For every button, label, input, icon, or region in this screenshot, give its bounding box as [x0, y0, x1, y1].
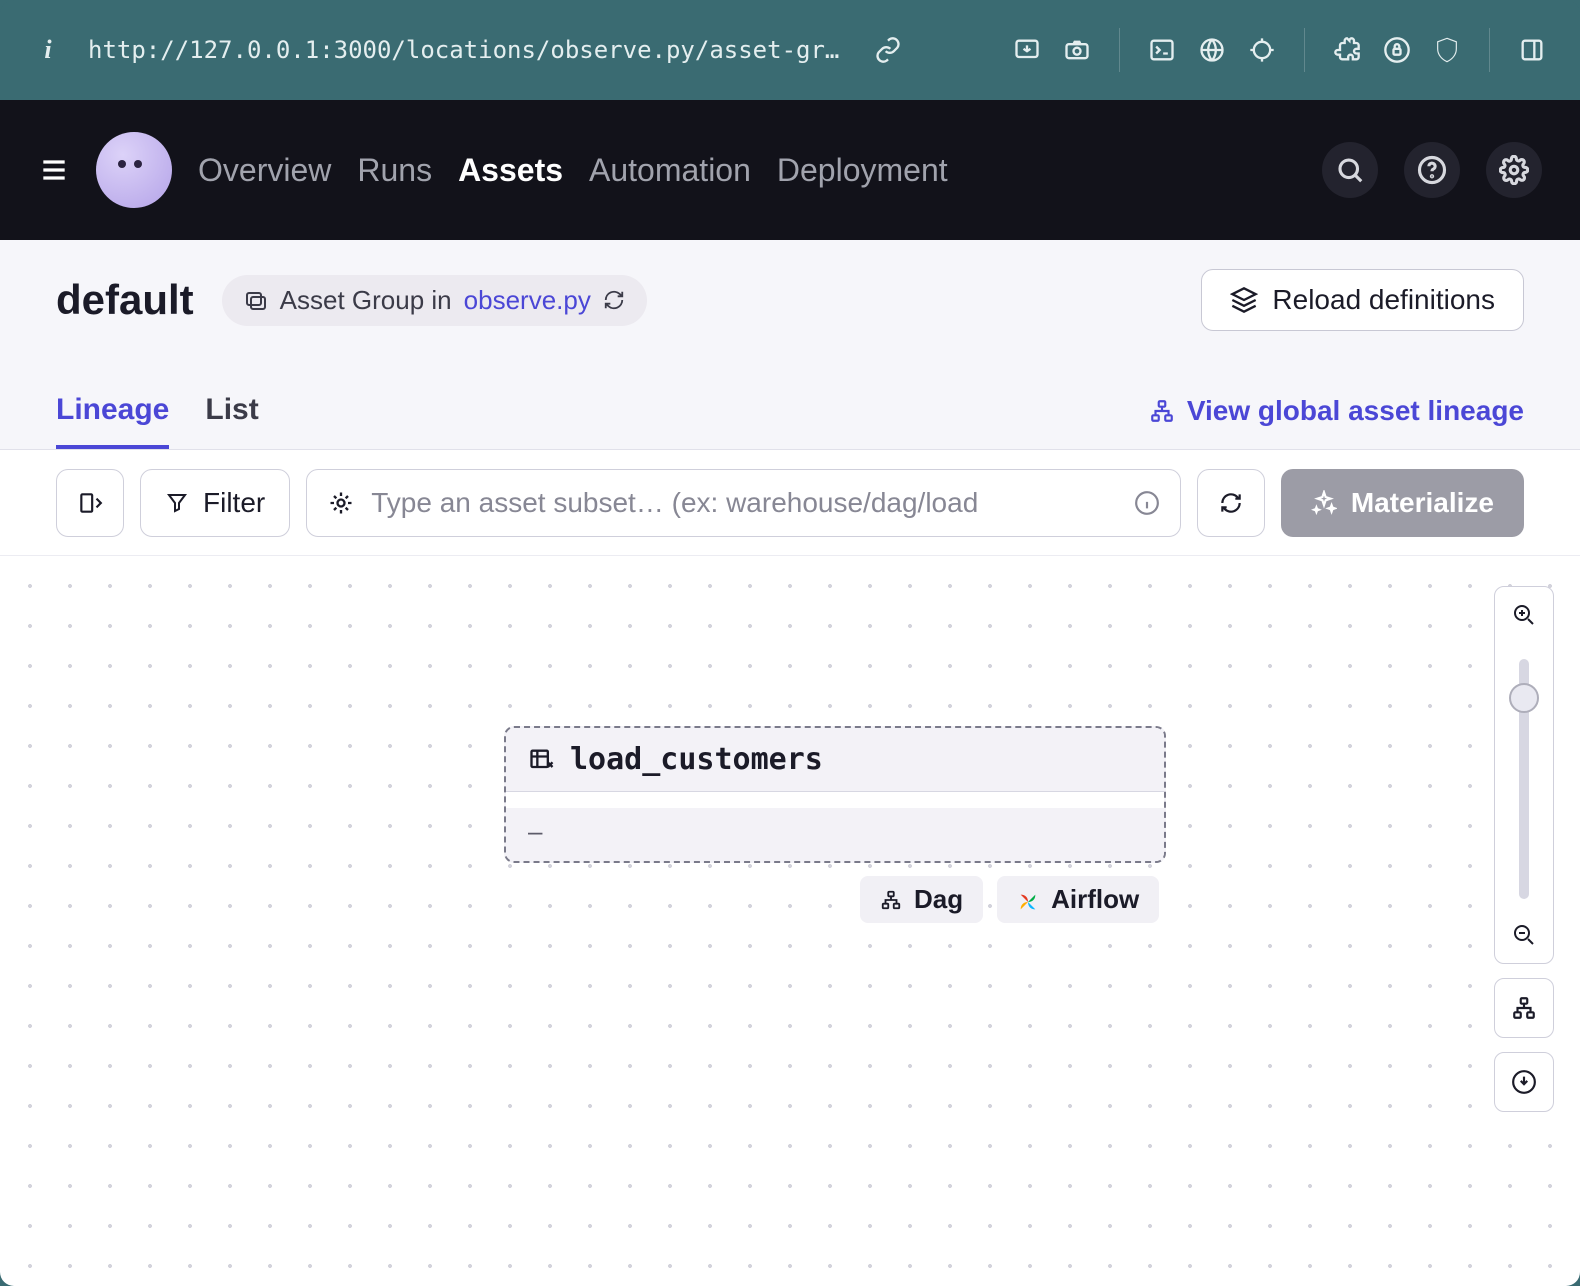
nav-overview[interactable]: Overview: [198, 152, 331, 189]
nav-assets[interactable]: Assets: [458, 152, 563, 189]
tab-list[interactable]: List: [205, 393, 258, 449]
filter-button[interactable]: Filter: [140, 469, 290, 537]
dagster-logo[interactable]: [96, 132, 172, 208]
refresh-chip-icon[interactable]: [603, 289, 625, 311]
nav-deployment[interactable]: Deployment: [777, 152, 948, 189]
nav-runs[interactable]: Runs: [357, 152, 432, 189]
asset-selector-icon: [327, 489, 355, 517]
graph-icon: [1149, 398, 1175, 424]
target-icon[interactable]: [1246, 34, 1278, 66]
reload-icon: [1230, 286, 1258, 314]
airflow-icon: [1017, 889, 1039, 911]
link-icon[interactable]: [872, 34, 904, 66]
settings-button[interactable]: [1486, 142, 1542, 198]
filter-label: Filter: [203, 487, 265, 519]
refresh-button[interactable]: [1197, 469, 1265, 537]
extension-icons: [1011, 28, 1548, 72]
reload-definitions-button[interactable]: Reload definitions: [1201, 269, 1524, 331]
asset-node-tags: Dag Airflow: [860, 876, 1159, 923]
asset-status: –: [506, 808, 1164, 861]
download-svg-button[interactable]: [1494, 1052, 1554, 1112]
chip-location-link[interactable]: observe.py: [464, 285, 591, 316]
lock-badge-icon[interactable]: [1381, 34, 1413, 66]
info-icon[interactable]: i: [32, 34, 64, 66]
zoom-out-button[interactable]: [1495, 907, 1553, 963]
info-circle-icon[interactable]: [1134, 490, 1160, 516]
url-text[interactable]: http://127.0.0.1:3000/locations/observe.…: [88, 36, 848, 64]
materialize-label: Materialize: [1351, 487, 1494, 519]
panel-icon[interactable]: [1516, 34, 1548, 66]
asset-group-chip: Asset Group in observe.py: [222, 275, 647, 326]
filter-icon: [165, 491, 189, 515]
collapse-panel-button[interactable]: [56, 469, 124, 537]
download-icon[interactable]: [1011, 34, 1043, 66]
help-button[interactable]: [1404, 142, 1460, 198]
asset-node[interactable]: load_customers –: [504, 726, 1166, 863]
dag-icon: [880, 889, 902, 911]
global-lineage-link[interactable]: View global asset lineage: [1149, 395, 1524, 449]
airflow-tag[interactable]: Airflow: [997, 876, 1159, 923]
shield-icon[interactable]: [1431, 34, 1463, 66]
materialize-button[interactable]: Materialize: [1281, 469, 1524, 537]
dag-tag-label: Dag: [914, 884, 963, 915]
airflow-tag-label: Airflow: [1051, 884, 1139, 915]
dag-tag[interactable]: Dag: [860, 876, 983, 923]
panel-right-icon: [77, 490, 103, 516]
lineage-toolbar: Filter Materialize: [0, 450, 1580, 556]
lineage-canvas[interactable]: load_customers – Dag Airflow: [0, 556, 1580, 1286]
page-subheader: default Asset Group in observe.py Reload…: [0, 240, 1580, 360]
tab-row: Lineage List View global asset lineage: [0, 360, 1580, 450]
tab-lineage[interactable]: Lineage: [56, 393, 169, 449]
puzzle-icon[interactable]: [1331, 34, 1363, 66]
asset-search-input[interactable]: [371, 487, 1118, 519]
refresh-icon: [1218, 490, 1244, 516]
sparkle-icon: [1311, 490, 1337, 516]
zoom-thumb[interactable]: [1509, 683, 1539, 713]
chip-prefix: Asset Group in: [280, 285, 452, 316]
asset-name: load_customers: [570, 742, 823, 777]
zoom-in-button[interactable]: [1495, 587, 1553, 643]
zoom-slider[interactable]: [1495, 643, 1553, 907]
zoom-controls: [1494, 586, 1554, 1112]
camera-icon[interactable]: [1061, 34, 1093, 66]
asset-icon: [528, 746, 556, 774]
asset-group-icon: [244, 288, 268, 312]
terminal-icon[interactable]: [1146, 34, 1178, 66]
browser-url-bar: i http://127.0.0.1:3000/locations/observ…: [0, 0, 1580, 100]
reload-label: Reload definitions: [1272, 284, 1495, 316]
asset-search-box[interactable]: [306, 469, 1181, 537]
globe-icon[interactable]: [1196, 34, 1228, 66]
global-lineage-label: View global asset lineage: [1187, 395, 1524, 427]
menu-icon[interactable]: [38, 154, 70, 186]
app-header: Overview Runs Assets Automation Deployme…: [0, 100, 1580, 240]
nav-automation[interactable]: Automation: [589, 152, 751, 189]
page-title: default: [56, 276, 194, 324]
zoom-slider-box: [1494, 586, 1554, 964]
search-button[interactable]: [1322, 142, 1378, 198]
fit-layout-button[interactable]: [1494, 978, 1554, 1038]
